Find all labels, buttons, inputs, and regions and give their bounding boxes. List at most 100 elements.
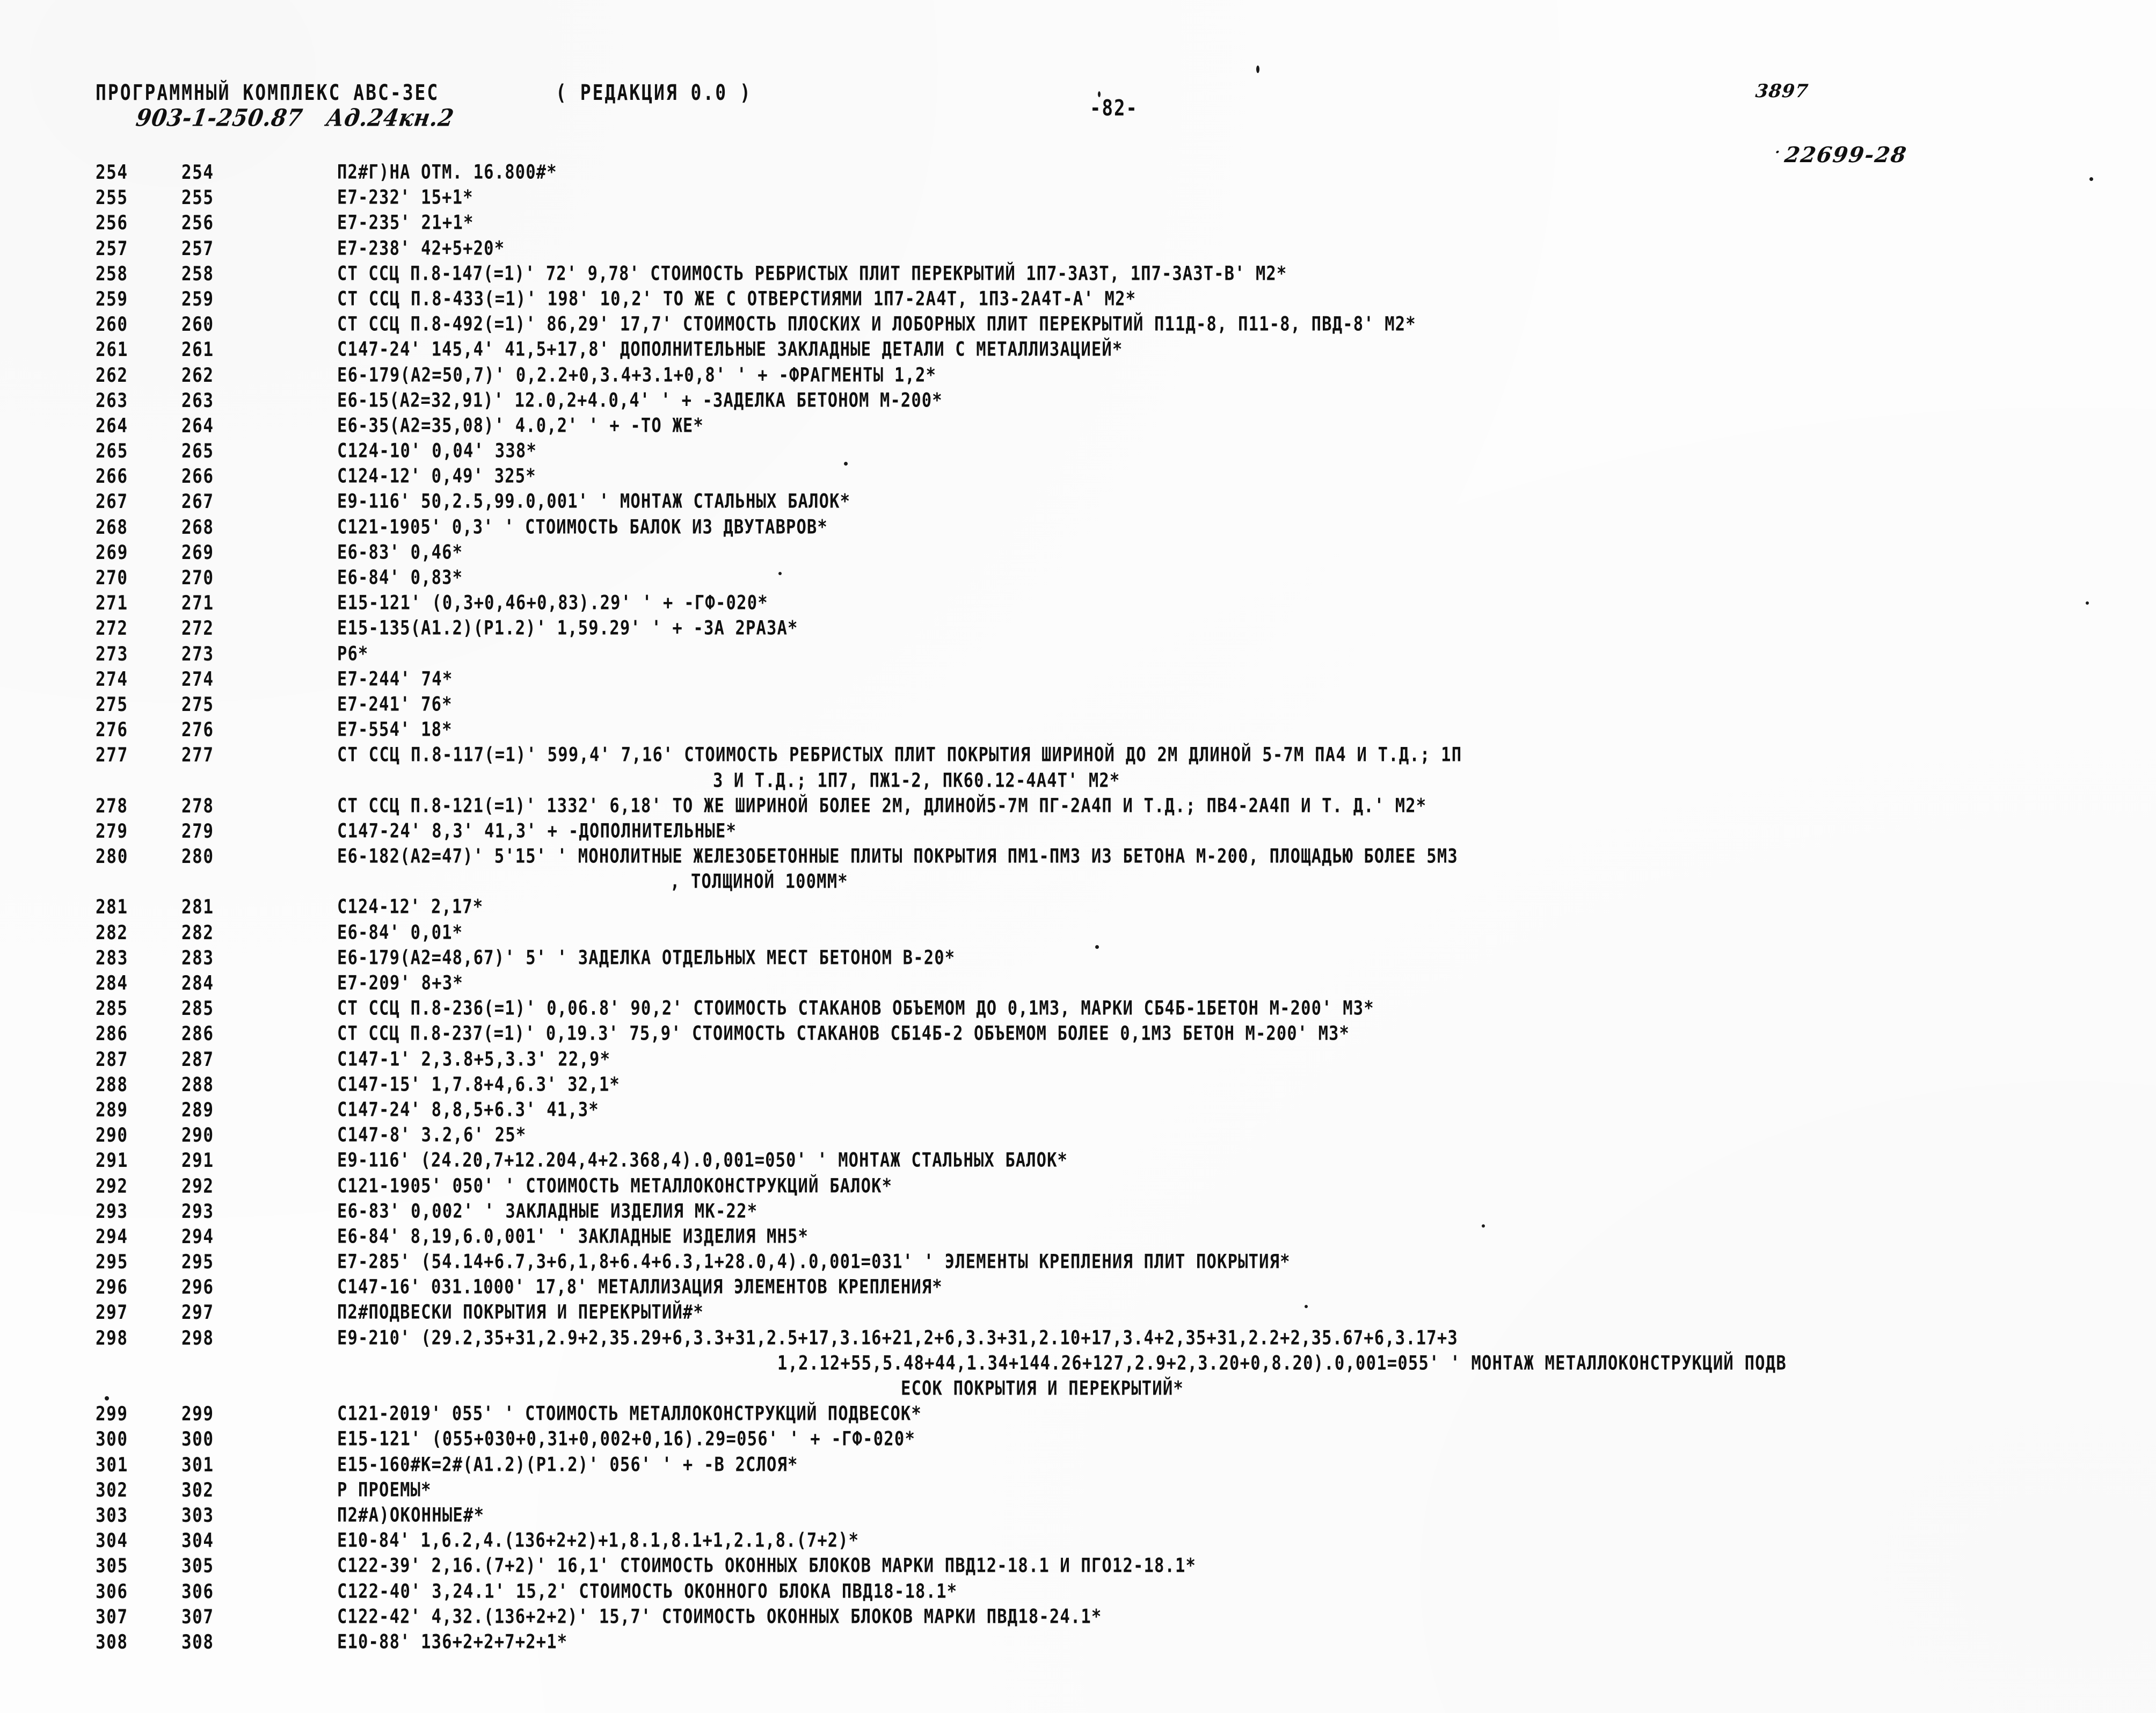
listing-code-text: П2#Г)НА ОТМ. 16.800#* [337, 161, 557, 184]
listing-row: 305 305 С122-39' 2,16.(7+2)' 16,1' СТОИМОС… [0, 1555, 2156, 1580]
line-number-primary: 290 [96, 1124, 128, 1147]
listing-row: 280 280 Е6-182(А2=47)' 5'15' ' МОНОЛИТНЫЕ … [0, 845, 2156, 870]
line-number-secondary: 302 [181, 1478, 214, 1502]
listing-code-text: Е7-244' 74* [337, 667, 453, 691]
listing-code-text: СТ ССЦ П.8-433(=1)' 198' 10,2' ТО ЖЕ С О… [337, 287, 1137, 310]
listing-code-text: Е15-121' (055+030+0,31+0,002+0,16).29=05… [337, 1428, 916, 1451]
line-number-primary: 269 [96, 541, 129, 564]
line-number-primary: 278 [96, 794, 128, 818]
listing-row: 266 266 С124-12' 0,49' 325* [0, 465, 2156, 490]
listing-code-text: Е15-135(А1.2)(Р1.2)' 1,59.29' ' + -ЗА 2Р… [337, 617, 798, 640]
line-number-secondary: 294 [181, 1225, 214, 1249]
listing-code-text: С122-42' 4,32.(136+2+2)' 15,7' СТОИМОСТЬ… [337, 1605, 1102, 1628]
line-number-primary: 303 [96, 1504, 128, 1527]
listing-row: 254 254 П2#Г)НА ОТМ. 16.800#* [0, 161, 2156, 186]
line-number-secondary: 271 [181, 592, 214, 615]
listing-row-continuation: 1,2.12+55,5.48+44,1.34+144.26+127,2.9+2,… [0, 1352, 2156, 1377]
line-number-secondary: 279 [181, 819, 214, 843]
page-number: -82- [1090, 96, 1138, 121]
listing-code-text: С124-10' 0,04' 338* [337, 440, 537, 463]
line-number-secondary: 287 [181, 1048, 214, 1071]
line-number-primary: 296 [96, 1276, 128, 1299]
listing-code-text: С124-12' 2,17* [337, 896, 484, 919]
line-number-primary: 293 [96, 1200, 128, 1223]
program-complex-title: ПРОГРАММНЫЙ КОМПЛЕКС АВС-3ЕС [96, 79, 440, 105]
listing-code-text: Е7-232' 15+1* [337, 186, 474, 209]
line-number-primary: 299 [96, 1403, 128, 1426]
listing-code-text: Е15-160#К=2#(А1.2)(Р1.2)' 056' ' + -В 2С… [337, 1453, 798, 1476]
line-number-secondary: 280 [181, 845, 214, 868]
line-number-primary: 266 [96, 465, 128, 488]
listing-row: 291 291 Е9-116' (24.20,7+12.204,4+2.368,4)… [0, 1149, 2156, 1174]
listing-row-continuation: ЕСОК ПОКРЫТИЯ И ПЕРЕКРЫТИЙ* [0, 1377, 2156, 1403]
listing-code-text: Е7-209' 8+3* [337, 972, 463, 995]
listing-code-text: Е6-83' 0,46* [337, 541, 463, 564]
line-number-primary: 265 [96, 440, 129, 463]
listing-code-text: Р ПРОЕМЫ* [337, 1478, 432, 1501]
line-number-primary: 258 [96, 262, 128, 286]
line-number-secondary: 303 [181, 1504, 214, 1527]
listing-code-text: Е6-84' 0,83* [337, 567, 463, 589]
line-number-primary: 298 [96, 1326, 128, 1350]
line-number-primary: 267 [96, 490, 128, 513]
line-number-secondary: 269 [181, 541, 214, 564]
listing-code-text: Е9-210' (29.2,35+31,2.9+2,35.29+6,3.3+31… [337, 1326, 1458, 1349]
line-number-secondary: 267 [181, 490, 214, 513]
listing-code-text-continuation: ЕСОК ПОКРЫТИЯ И ПЕРЕКРЫТИЙ* [901, 1377, 1184, 1400]
listing-code-text-continuation: 1,2.12+55,5.48+44,1.34+144.26+127,2.9+2,… [777, 1352, 1787, 1375]
listing-row: 287 287 С147-1' 2,3.8+5,3.3' 22,9* [0, 1048, 2156, 1073]
listing-row: 275 275 Е7-241' 76* [0, 693, 2156, 718]
listing-row: 304 304 Е10-84' 1,6.2,4.(136+2+2)+1,8.1,8.… [0, 1529, 2156, 1555]
line-number-secondary: 300 [181, 1428, 214, 1451]
listing-row: 288 288 С147-15' 1,7.8+4,6.3' 32,1* [0, 1073, 2156, 1099]
line-number-secondary: 304 [181, 1529, 214, 1552]
line-number-secondary: 273 [181, 642, 214, 666]
listing-code-text-continuation: , ТОЛЩИНОЙ 100ММ* [670, 870, 848, 894]
line-number-primary: 302 [96, 1478, 128, 1502]
line-number-secondary: 257 [181, 237, 214, 260]
program-listing: 254 254 П2#Г)НА ОТМ. 16.800#* 255 255 Е7-232'… [0, 161, 2156, 1656]
listing-row: 289 289 С147-24' 8,8,5+6.3' 41,3* [0, 1099, 2156, 1124]
listing-row-continuation: , ТОЛЩИНОЙ 100ММ* [0, 870, 2156, 896]
listing-code-text: Е10-84' 1,6.2,4.(136+2+2)+1,8.1,8.1+1,2.… [337, 1529, 860, 1552]
line-number-primary: 264 [96, 414, 128, 438]
listing-row: 281 281 С124-12' 2,17* [0, 896, 2156, 921]
line-number-primary: 271 [96, 592, 128, 615]
listing-row: 285 285 СТ ССЦ П.8-236(=1)' 0,06.8' 90,2' … [0, 997, 2156, 1022]
listing-row: 294 294 Е6-84' 8,19,6.0,001' ' ЗАКЛАДНЫЕ И… [0, 1225, 2156, 1251]
line-number-primary: 255 [96, 186, 128, 209]
line-number-secondary: 308 [181, 1630, 214, 1654]
line-number-primary: 256 [96, 212, 128, 235]
line-number-primary: 268 [96, 516, 128, 539]
line-number-secondary: 270 [181, 567, 214, 590]
line-number-primary: 304 [96, 1529, 128, 1552]
line-number-primary: 305 [96, 1555, 129, 1578]
listing-row: 299 299 С121-2019' 055' ' СТОИМОСТЬ МЕТАЛЛ… [0, 1403, 2156, 1428]
listing-row: 302 302 Р ПРОЕМЫ* [0, 1479, 2156, 1504]
line-number-secondary: 254 [181, 161, 214, 184]
listing-row: 274 274 Е7-244' 74* [0, 668, 2156, 693]
listing-row: 283 283 Е6-179(А2=48,67)' 5' ' ЗАДЕЛКА ОТД… [0, 947, 2156, 972]
line-number-secondary: 276 [181, 718, 214, 742]
line-number-primary: 281 [96, 896, 128, 919]
listing-row: 292 292 С121-1905' 050' ' СТОИМОСТЬ МЕТАЛЛ… [0, 1175, 2156, 1200]
listing-code-text: П2#ПОДВЕСКИ ПОКРЫТИЯ И ПЕРЕКРЫТИЙ#* [337, 1301, 704, 1324]
listing-code-text: СТ ССЦ П.8-236(=1)' 0,06.8' 90,2' СТОИМО… [337, 997, 1374, 1020]
line-number-primary: 307 [96, 1605, 128, 1629]
listing-row: 306 306 С122-40' 3,24.1' 15,2' СТОИМОСТЬ О… [0, 1580, 2156, 1606]
line-number-primary: 270 [96, 567, 128, 590]
listing-code-text: Е7-285' (54.14+6.7,3+6,1,8+6.4+6.3,1+28.… [337, 1251, 1291, 1274]
listing-code-text: С147-8' 3.2,6' 25* [337, 1124, 527, 1147]
line-number-secondary: 293 [181, 1200, 214, 1223]
line-number-primary: 263 [96, 389, 128, 412]
listing-code-text: С124-12' 0,49' 325* [337, 465, 536, 488]
line-number-primary: 308 [96, 1630, 128, 1654]
listing-row: 267 267 Е9-116' 50,2.5,99.0,001' ' МОНТАЖ … [0, 490, 2156, 516]
listing-row: 293 293 Е6-83' 0,002' ' ЗАКЛАДНЫЕ ИЗДЕЛИЯ … [0, 1200, 2156, 1225]
listing-code-text: Е7-241' 76* [337, 693, 453, 716]
line-number-secondary: 272 [181, 617, 214, 640]
listing-code-text: Е6-83' 0,002' ' ЗАКЛАДНЫЕ ИЗДЕЛИЯ МК-22* [337, 1200, 758, 1223]
line-number-primary: 287 [96, 1048, 129, 1071]
line-number-primary: 275 [96, 693, 128, 716]
listing-row: 256 256 Е7-235' 21+1* [0, 212, 2156, 237]
